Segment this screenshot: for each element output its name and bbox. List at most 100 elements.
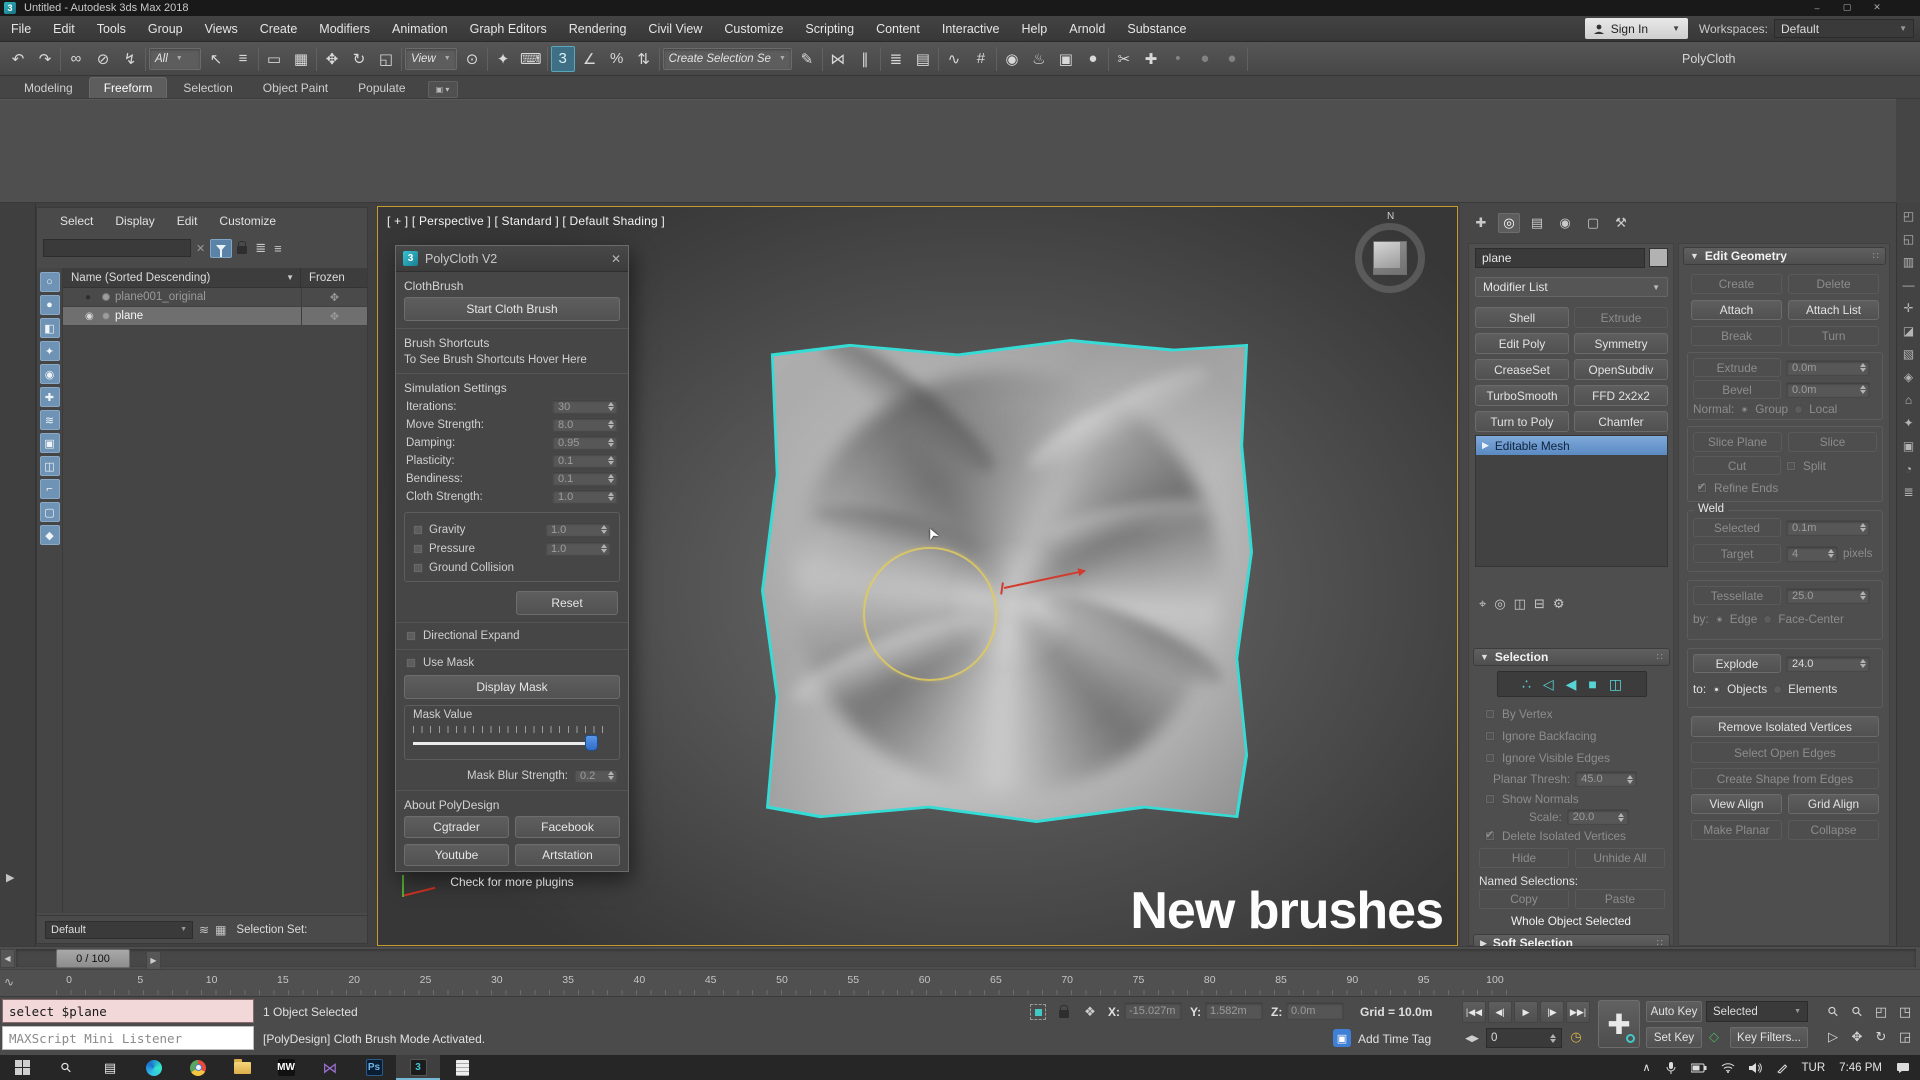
- menubar-item[interactable]: Graph Editors: [459, 22, 558, 36]
- dock-icon-2[interactable]: ◪: [1903, 324, 1914, 338]
- explorer-search-input[interactable]: [43, 239, 191, 257]
- display-helpers-icon[interactable]: ✚: [40, 387, 60, 407]
- photoshop-icon[interactable]: Ps: [352, 1055, 396, 1080]
- collapse-button[interactable]: Collapse: [1788, 820, 1879, 840]
- selection-filter-dropdown[interactable]: All▼: [149, 48, 201, 70]
- param-value-field[interactable]: 0.1: [552, 453, 618, 468]
- filter-button[interactable]: [210, 239, 232, 258]
- modifier-button[interactable]: Symmetry: [1574, 333, 1668, 354]
- mask-blur-field[interactable]: 0.2: [574, 768, 618, 783]
- divider[interactable]: ▼: [1247, 47, 1248, 71]
- hidden-icons-chevron[interactable]: ∧: [1642, 1061, 1650, 1074]
- modifier-list-dropdown[interactable]: Modifier List▼: [1475, 277, 1668, 297]
- weld-target-field[interactable]: 4: [1786, 546, 1838, 562]
- snap-toggle-3d-icon[interactable]: 3▼: [551, 46, 575, 72]
- orbit-icon[interactable]: ↻: [1870, 1025, 1892, 1048]
- pin-stack-icon[interactable]: ⌖: [1479, 596, 1486, 612]
- minimize-button[interactable]: –: [1802, 0, 1832, 15]
- rendered-frame-icon[interactable]: ▣▼: [1054, 46, 1078, 72]
- remove-modifier-icon[interactable]: ⊟: [1534, 596, 1545, 612]
- divider[interactable]: ▼: [996, 47, 997, 71]
- divider[interactable]: ▼: [316, 47, 317, 71]
- weld-selected-button[interactable]: Selected: [1693, 518, 1781, 537]
- weld-threshold-field[interactable]: 0.1m: [1786, 520, 1870, 536]
- modify-tab-icon[interactable]: ◎: [1498, 213, 1520, 233]
- weld-target-button[interactable]: Target: [1693, 544, 1781, 563]
- normal-group-radio[interactable]: [1740, 405, 1749, 414]
- named-selection-set-field[interactable]: Create Selection Se▼: [663, 48, 792, 70]
- menubar-item[interactable]: Group: [137, 22, 194, 36]
- bevel-field[interactable]: 0.0m: [1786, 382, 1870, 398]
- planar-thresh-field[interactable]: 45.0: [1575, 771, 1637, 787]
- configure-modifier-sets-icon[interactable]: ⚙: [1553, 596, 1565, 612]
- ribbon-tab[interactable]: Modeling: [10, 78, 87, 98]
- mirror-icon[interactable]: ⋈▼: [826, 46, 850, 72]
- menubar-item[interactable]: Views: [194, 22, 249, 36]
- fov-icon[interactable]: ▷: [1822, 1025, 1844, 1048]
- workspace-dropdown[interactable]: Default ▼: [1774, 19, 1914, 38]
- divider[interactable]: ▼: [547, 47, 548, 71]
- menubar-item[interactable]: Arnold: [1058, 22, 1116, 36]
- modifier-button[interactable]: Chamfer: [1574, 411, 1668, 432]
- edge-icon[interactable]: [132, 1055, 176, 1080]
- menubar-item[interactable]: Substance: [1116, 22, 1197, 36]
- z-coordinate-field[interactable]: 0.0m: [1286, 1002, 1344, 1020]
- ribbon-tab[interactable]: Populate: [344, 78, 419, 98]
- checkbox[interactable]: [413, 563, 423, 573]
- 3dsmax-taskbar-icon[interactable]: 3: [396, 1055, 440, 1080]
- chrome-icon[interactable]: [176, 1055, 220, 1080]
- selection-lock-icon[interactable]: [1054, 1002, 1074, 1022]
- frozen-cell-icon[interactable]: ✥: [301, 288, 367, 306]
- next-frame-icon[interactable]: |▶: [1540, 1001, 1564, 1023]
- sign-in-button[interactable]: Sign In ▼: [1585, 18, 1688, 39]
- set-key-button[interactable]: Set Key: [1646, 1027, 1702, 1048]
- go-to-end-icon[interactable]: ▶▶|: [1566, 1001, 1590, 1023]
- modifier-button[interactable]: Extrude: [1574, 307, 1668, 328]
- spinner-snap-icon[interactable]: ⇅▼: [632, 46, 656, 72]
- artstation-button[interactable]: Artstation: [515, 844, 620, 866]
- notepad-icon[interactable]: [440, 1055, 484, 1080]
- display-xrefs-icon[interactable]: ◫: [40, 456, 60, 476]
- directional-expand-checkbox[interactable]: [406, 631, 416, 641]
- spinner-icon[interactable]: [599, 525, 608, 534]
- transform-gizmo-icon[interactable]: ❖: [1080, 1002, 1100, 1022]
- display-materials-icon[interactable]: ◆: [40, 525, 60, 545]
- walk-through-icon[interactable]: ✥: [1846, 1025, 1868, 1048]
- checkbox[interactable]: [413, 525, 423, 535]
- align-icon[interactable]: ∥▼: [853, 46, 877, 72]
- menubar-item[interactable]: File: [0, 22, 42, 36]
- hierarchy-view-icon[interactable]: ≣: [255, 240, 266, 256]
- spinner-icon[interactable]: [606, 456, 615, 465]
- object-name-field[interactable]: plane: [1475, 248, 1645, 268]
- cgtrader-button[interactable]: Cgtrader: [404, 816, 509, 838]
- maxscript-command-line[interactable]: select $plane: [2, 999, 254, 1023]
- param-value-field[interactable]: 8.0: [552, 417, 618, 432]
- slice-plane-button[interactable]: Slice Plane: [1693, 432, 1782, 452]
- lock-icon[interactable]: [237, 246, 247, 254]
- select-object-icon[interactable]: ↖▼: [204, 46, 228, 72]
- spinner-icon[interactable]: [606, 438, 615, 447]
- view-cube[interactable]: N: [1347, 215, 1433, 301]
- display-groups-icon[interactable]: ▣: [40, 433, 60, 453]
- dock-icon-3[interactable]: ▧: [1903, 347, 1914, 361]
- auto-key-button[interactable]: Auto Key: [1646, 1001, 1702, 1022]
- menubar-item[interactable]: Edit: [42, 22, 86, 36]
- hide-button[interactable]: Hide: [1479, 848, 1569, 868]
- to-elements-radio[interactable]: [1773, 685, 1782, 694]
- dock-icon-5[interactable]: ⌂: [1905, 393, 1912, 407]
- vertex-mode-icon[interactable]: ∴: [1522, 676, 1531, 693]
- menubar-item[interactable]: Tools: [86, 22, 137, 36]
- split-checkbox[interactable]: [1786, 461, 1796, 471]
- facebook-button[interactable]: Facebook: [515, 816, 620, 838]
- param-value-field[interactable]: 0.95: [552, 435, 618, 450]
- param-value-field[interactable]: 30: [552, 399, 618, 414]
- divider[interactable]: ▼: [60, 47, 61, 71]
- modifier-stack[interactable]: ▶ Editable Mesh: [1475, 435, 1668, 567]
- delete-isolated-vertices-checkbox[interactable]: [1485, 831, 1495, 841]
- visibility-eye-icon[interactable]: ●: [85, 292, 97, 303]
- clear-search-icon[interactable]: ✕: [196, 242, 205, 255]
- element-mode-icon[interactable]: ◫: [1609, 676, 1622, 693]
- display-lights-icon[interactable]: ✦: [40, 341, 60, 361]
- attach-button[interactable]: Attach: [1691, 300, 1782, 320]
- display-shapes-icon[interactable]: ◧: [40, 318, 60, 338]
